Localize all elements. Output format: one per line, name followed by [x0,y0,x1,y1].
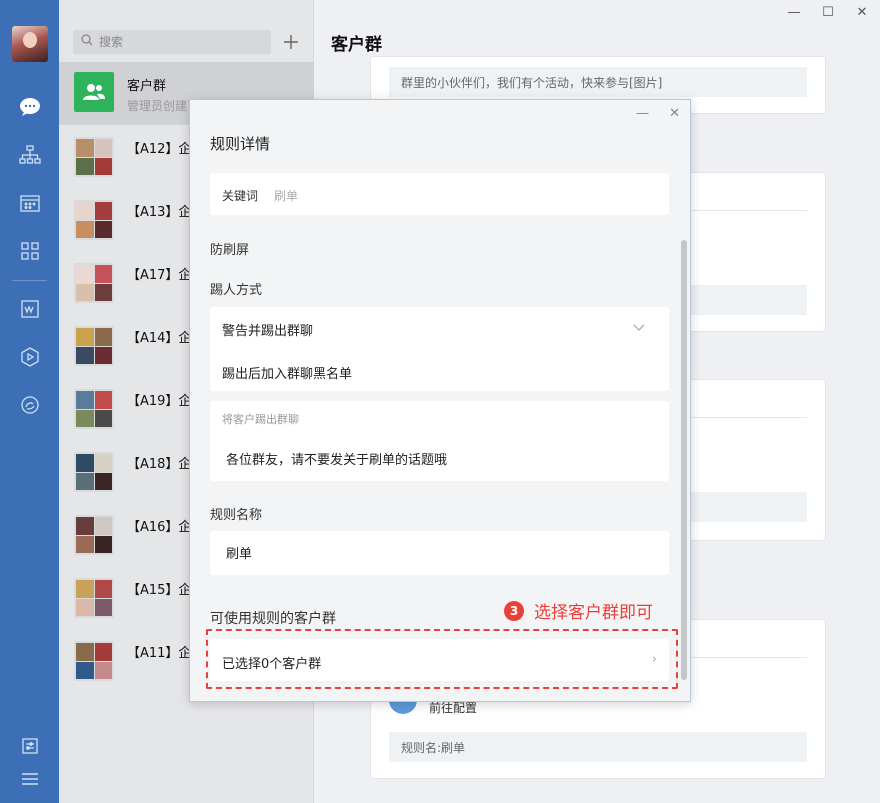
group-thumbnail [74,515,114,555]
session-name: 【A13】企 [127,205,192,220]
group-thumbnail [74,200,114,240]
doc-icon[interactable] [0,294,59,324]
session-name: 【A16】企 [127,520,192,535]
session-name: 【A14】企 [127,331,192,346]
nav-rail [0,0,59,803]
rule-name-heading: 规则名称 [210,508,263,523]
menu-icon[interactable] [0,772,59,786]
chevron-down-icon[interactable] [633,321,645,336]
session-name: 【A12】企 [127,142,192,157]
kick-option[interactable]: 警告并踢出群聊 [222,320,313,339]
annotation-callout: 3 选择客户群即可 [504,598,653,623]
annotation-number: 3 [504,600,524,621]
kick-method-box[interactable]: 警告并踢出群聊 踢出后加入群聊黑名单 [210,307,669,391]
session-name: 【A15】企 [127,583,192,598]
group-thumbnail [74,389,114,429]
card-rule-name: 规则名:刷单 [389,732,807,762]
group-thumbnail [74,137,114,177]
kick-method-heading: 踢人方式 [210,283,263,298]
rule-detail-dialog: — ✕ 规则详情 关键词 刷单 防刷屏 踢人方式 警告并踢出群聊 踢出后加入群聊… [189,99,691,702]
kick-message: 各位群友，请不要发关于刷单的话题哦 [226,453,448,468]
groups-heading: 可使用规则的客户群 [210,611,336,627]
dialog-controls: — ✕ [636,106,680,121]
avatar[interactable] [12,26,48,62]
blacklist-option[interactable]: 踢出后加入群聊黑名单 [222,363,352,382]
search-input[interactable] [99,35,259,49]
maximize-icon[interactable]: ☐ [820,4,836,20]
dialog-title: 规则详情 [210,135,271,153]
group-thumbnail [74,263,114,303]
session-name: 【A11】企 [127,646,192,661]
rule-name-value: 刷单 [226,547,253,562]
group-thumbnail [74,641,114,681]
group-avatar-icon [74,72,114,112]
card-message-preview: 群里的小伙伴们，我们有个活动，快来参与[图片] [389,67,807,97]
add-icon[interactable] [280,30,302,54]
close-icon[interactable]: ✕ [854,4,870,20]
page-title: 客户群 [331,35,382,55]
annotation-text: 选择客户群即可 [534,603,653,623]
settings-icon[interactable] [0,738,59,754]
calendar-icon[interactable] [0,188,59,218]
keyword-label: 关键词 [222,189,259,203]
apps-icon[interactable] [0,236,59,266]
session-name: 客户群 [127,79,167,94]
kick-notice-box: 将客户踢出群聊 各位群友，请不要发关于刷单的话题哦 [210,401,669,481]
kick-notice-label: 将客户踢出群聊 [222,413,299,426]
group-thumbnail [74,452,114,492]
rule-name-field: 刷单 [210,531,669,575]
window-controls: — ☐ ✕ [786,4,870,20]
keyword-value: 刷单 [274,189,299,203]
keyword-field: 关键词 刷单 [210,173,669,215]
org-icon[interactable] [0,140,59,170]
close-icon[interactable]: ✕ [669,106,680,121]
session-name: 【A18】企 [127,457,192,472]
cube-icon[interactable] [0,342,59,372]
session-name: 【A17】企 [127,268,192,283]
rail-divider [12,280,47,281]
annotation-highlight-box [206,629,678,689]
cloud-icon[interactable] [0,390,59,420]
minimize-icon[interactable]: — [636,106,649,121]
group-thumbnail [74,578,114,618]
chat-icon[interactable] [0,92,59,122]
anti-spam-heading: 防刷屏 [210,243,250,258]
group-thumbnail [74,326,114,366]
search-box[interactable] [73,30,271,54]
scrollbar[interactable] [681,240,687,680]
session-name: 【A19】企 [127,394,192,409]
search-icon [81,34,93,50]
minimize-icon[interactable]: — [786,4,802,20]
